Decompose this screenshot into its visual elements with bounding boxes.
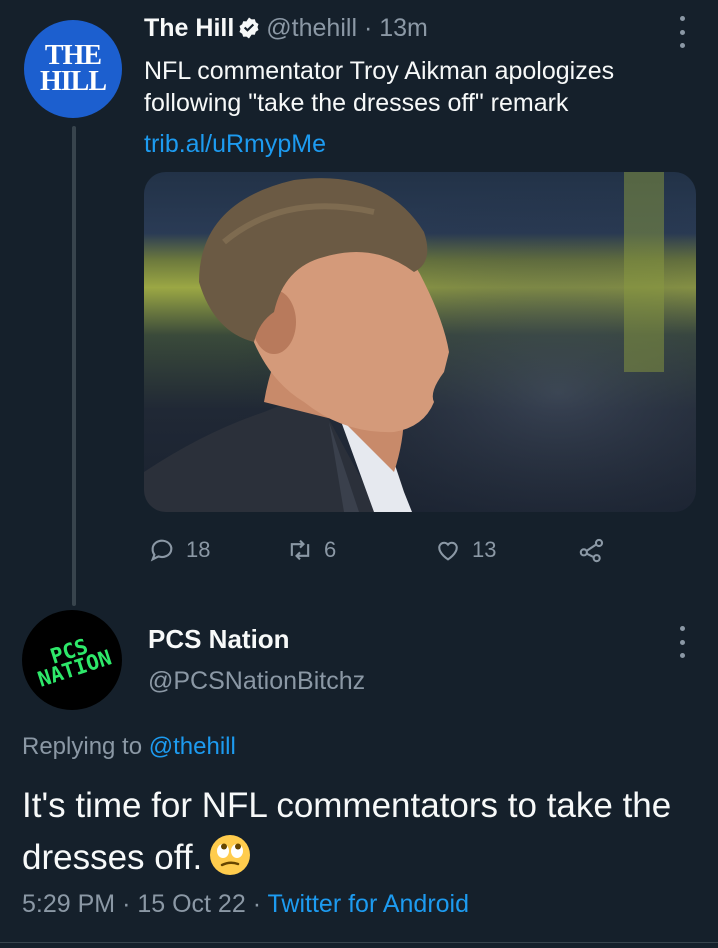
tweet-photo[interactable] xyxy=(144,172,696,512)
share-icon xyxy=(579,538,604,563)
retweet-count: 6 xyxy=(324,537,337,562)
replying-prefix: Replying to xyxy=(22,733,143,760)
separator-dot: · xyxy=(363,14,373,42)
tweet-link[interactable]: trib.al/uRmypMe xyxy=(144,130,326,159)
author-name[interactable]: PCS Nation xyxy=(148,624,290,655)
share-action[interactable] xyxy=(578,536,616,564)
author-handle[interactable]: @PCSNationBitchz xyxy=(148,667,365,696)
tweet-text-block: It's time for NFL commentators to take t… xyxy=(22,780,702,884)
source-link[interactable]: Twitter for Android xyxy=(268,890,469,918)
retweet-action[interactable]: 6 xyxy=(286,536,336,564)
tweet-text: NFL commentator Troy Aikman apologizes f… xyxy=(144,57,615,117)
reply-action[interactable]: 18 xyxy=(148,536,210,564)
heart-icon xyxy=(438,541,458,561)
avatar-text-bottom: HILL xyxy=(39,66,107,97)
tweet-time[interactable]: 13m xyxy=(379,14,428,42)
separator-dot: · xyxy=(122,890,131,918)
like-count: 13 xyxy=(472,537,497,562)
reply-count: 18 xyxy=(186,537,211,562)
more-options-icon[interactable] xyxy=(676,626,688,658)
author-name[interactable]: The Hill xyxy=(144,14,234,42)
tweet-header: The Hill @thehill · 13m xyxy=(144,14,428,43)
face-with-rolling-eyes-icon xyxy=(210,835,251,875)
tweet-text: It's time for NFL commentators to take t… xyxy=(22,786,672,877)
more-options-icon[interactable] xyxy=(676,16,688,48)
tweet-date[interactable]: 15 Oct 22 xyxy=(137,890,245,918)
thread-connector-line xyxy=(72,126,76,606)
photo-illustration xyxy=(144,172,696,512)
replying-to-line: Replying to @thehill xyxy=(22,733,236,761)
like-action[interactable]: 13 xyxy=(434,536,496,564)
avatar[interactable]: THE HILL xyxy=(24,20,122,118)
mention-link[interactable]: @thehill xyxy=(149,733,236,760)
reply-icon xyxy=(150,539,173,562)
author-handle[interactable]: @thehill xyxy=(266,14,357,42)
verified-badge-icon xyxy=(239,17,259,39)
avatar[interactable]: PCS NATION xyxy=(22,610,122,710)
separator-dot: · xyxy=(252,890,262,918)
retweet-icon xyxy=(290,539,310,561)
tweet-time[interactable]: 5:29 PM xyxy=(22,890,115,918)
divider xyxy=(0,942,718,943)
tweet-metadata: 5:29 PM · 15 Oct 22 · Twitter for Androi… xyxy=(22,890,469,919)
